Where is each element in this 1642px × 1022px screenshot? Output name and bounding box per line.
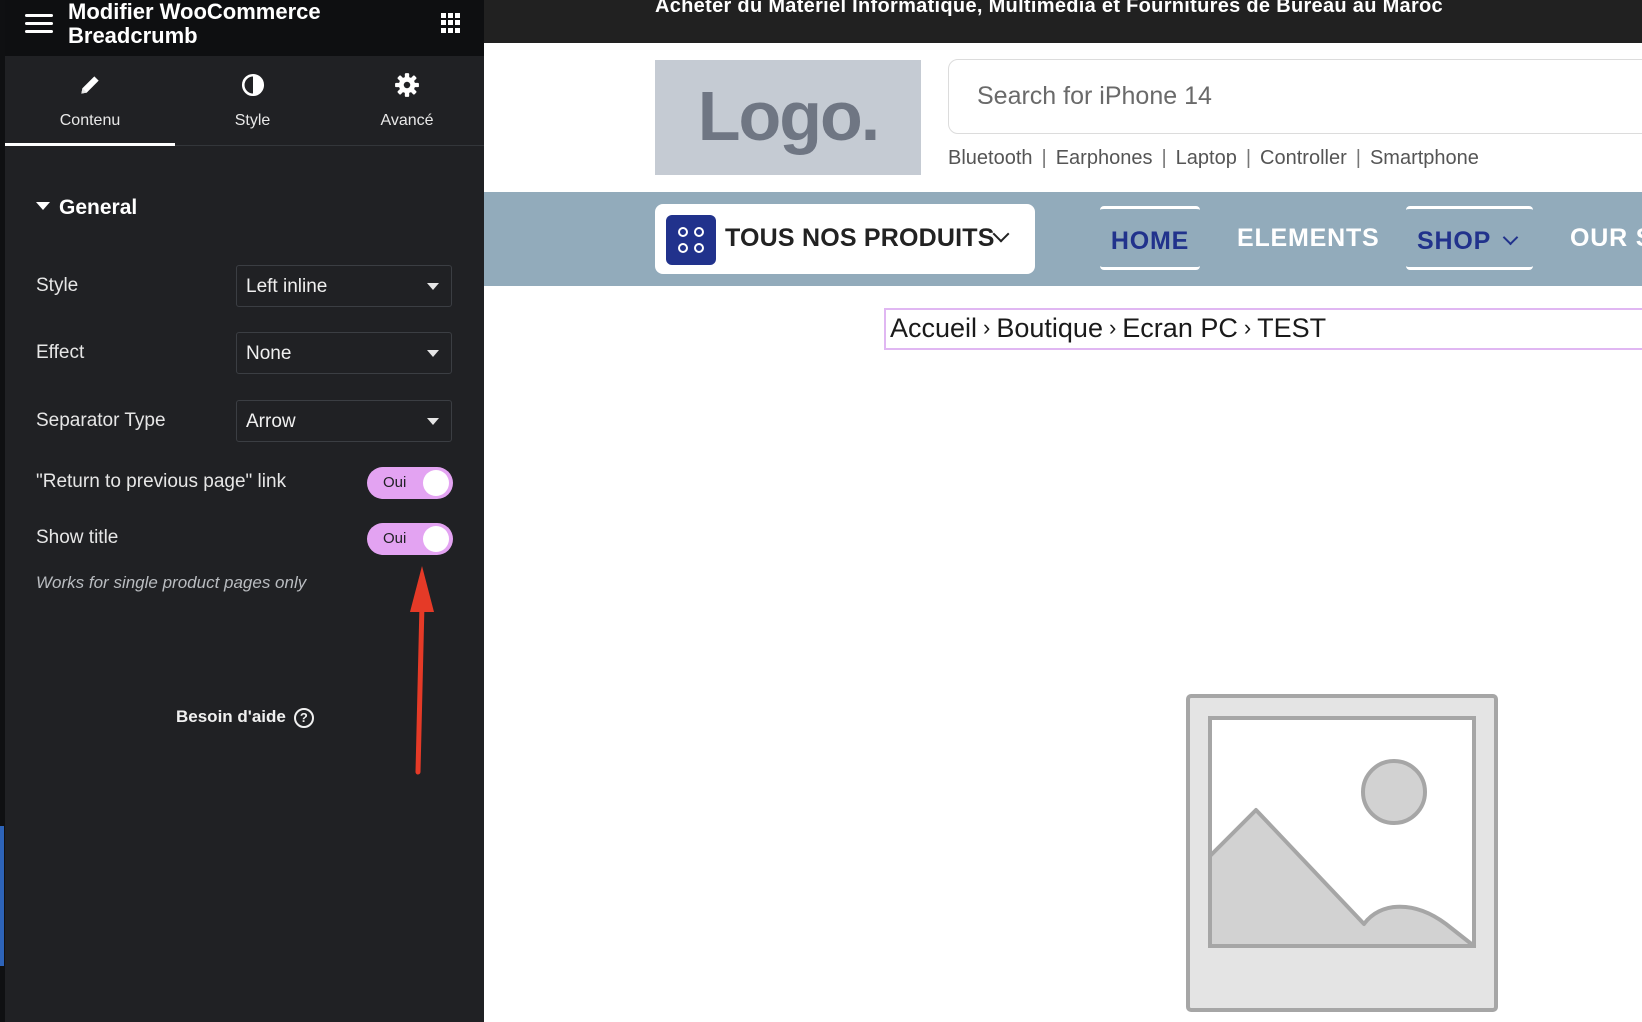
top-announcement-bar: Acheter du Matériel Informatique, Multim… — [484, 0, 1642, 43]
quick-link-earphones[interactable]: Earphones — [1056, 147, 1153, 169]
breadcrumb-boutique[interactable]: Boutique — [996, 313, 1103, 343]
categories-icon — [666, 215, 716, 265]
all-products-button[interactable]: TOUS NOS PRODUITS — [655, 204, 1035, 274]
breadcrumb-current: TEST — [1257, 313, 1327, 343]
nav-shop-label: SHOP — [1417, 227, 1492, 255]
chevron-right-icon: › — [1108, 315, 1117, 340]
breadcrumb[interactable]: Accueil › Boutique › Ecran PC › TEST — [884, 308, 1642, 350]
annotation-arrow-icon — [410, 566, 434, 775]
nav-elements[interactable]: ELEMENTS — [1237, 206, 1380, 270]
chevron-right-icon: › — [1243, 315, 1252, 340]
nav-shop[interactable]: SHOP — [1406, 206, 1533, 270]
chevron-down-icon — [1502, 229, 1519, 246]
all-products-label: TOUS NOS PRODUITS — [725, 224, 995, 252]
nav-our-store[interactable]: OUR S — [1570, 206, 1642, 270]
nav-home[interactable]: HOME — [1100, 206, 1200, 270]
announcement-text: Acheter du Matériel Informatique, Multim… — [655, 0, 1443, 17]
editor-panel: Modifier WooCommerce Breadcrumb Contenu … — [0, 0, 484, 1022]
site-logo[interactable]: Logo. — [655, 60, 921, 175]
quick-link-laptop[interactable]: Laptop — [1176, 147, 1237, 169]
breadcrumb-accueil[interactable]: Accueil — [890, 313, 977, 343]
page-preview: Acheter du Matériel Informatique, Multim… — [484, 0, 1642, 1022]
breadcrumb-ecran-pc[interactable]: Ecran PC — [1122, 313, 1238, 343]
search-placeholder: Search for iPhone 14 — [977, 82, 1212, 110]
main-navbar: TOUS NOS PRODUITS HOME ELEMENTS SHOP OUR… — [484, 192, 1642, 286]
quick-links: Bluetooth | Earphones | Laptop | Controller | Sm… — [948, 147, 1479, 169]
image-placeholder-icon — [1186, 694, 1498, 1012]
search-input[interactable]: Search for iPhone 14 — [948, 59, 1642, 134]
chevron-right-icon: › — [983, 315, 991, 340]
chevron-down-icon — [992, 225, 1010, 243]
quick-link-controller[interactable]: Controller — [1260, 147, 1347, 169]
quick-link-bluetooth[interactable]: Bluetooth — [948, 147, 1033, 169]
quick-link-smartphone[interactable]: Smartphone — [1370, 147, 1479, 169]
